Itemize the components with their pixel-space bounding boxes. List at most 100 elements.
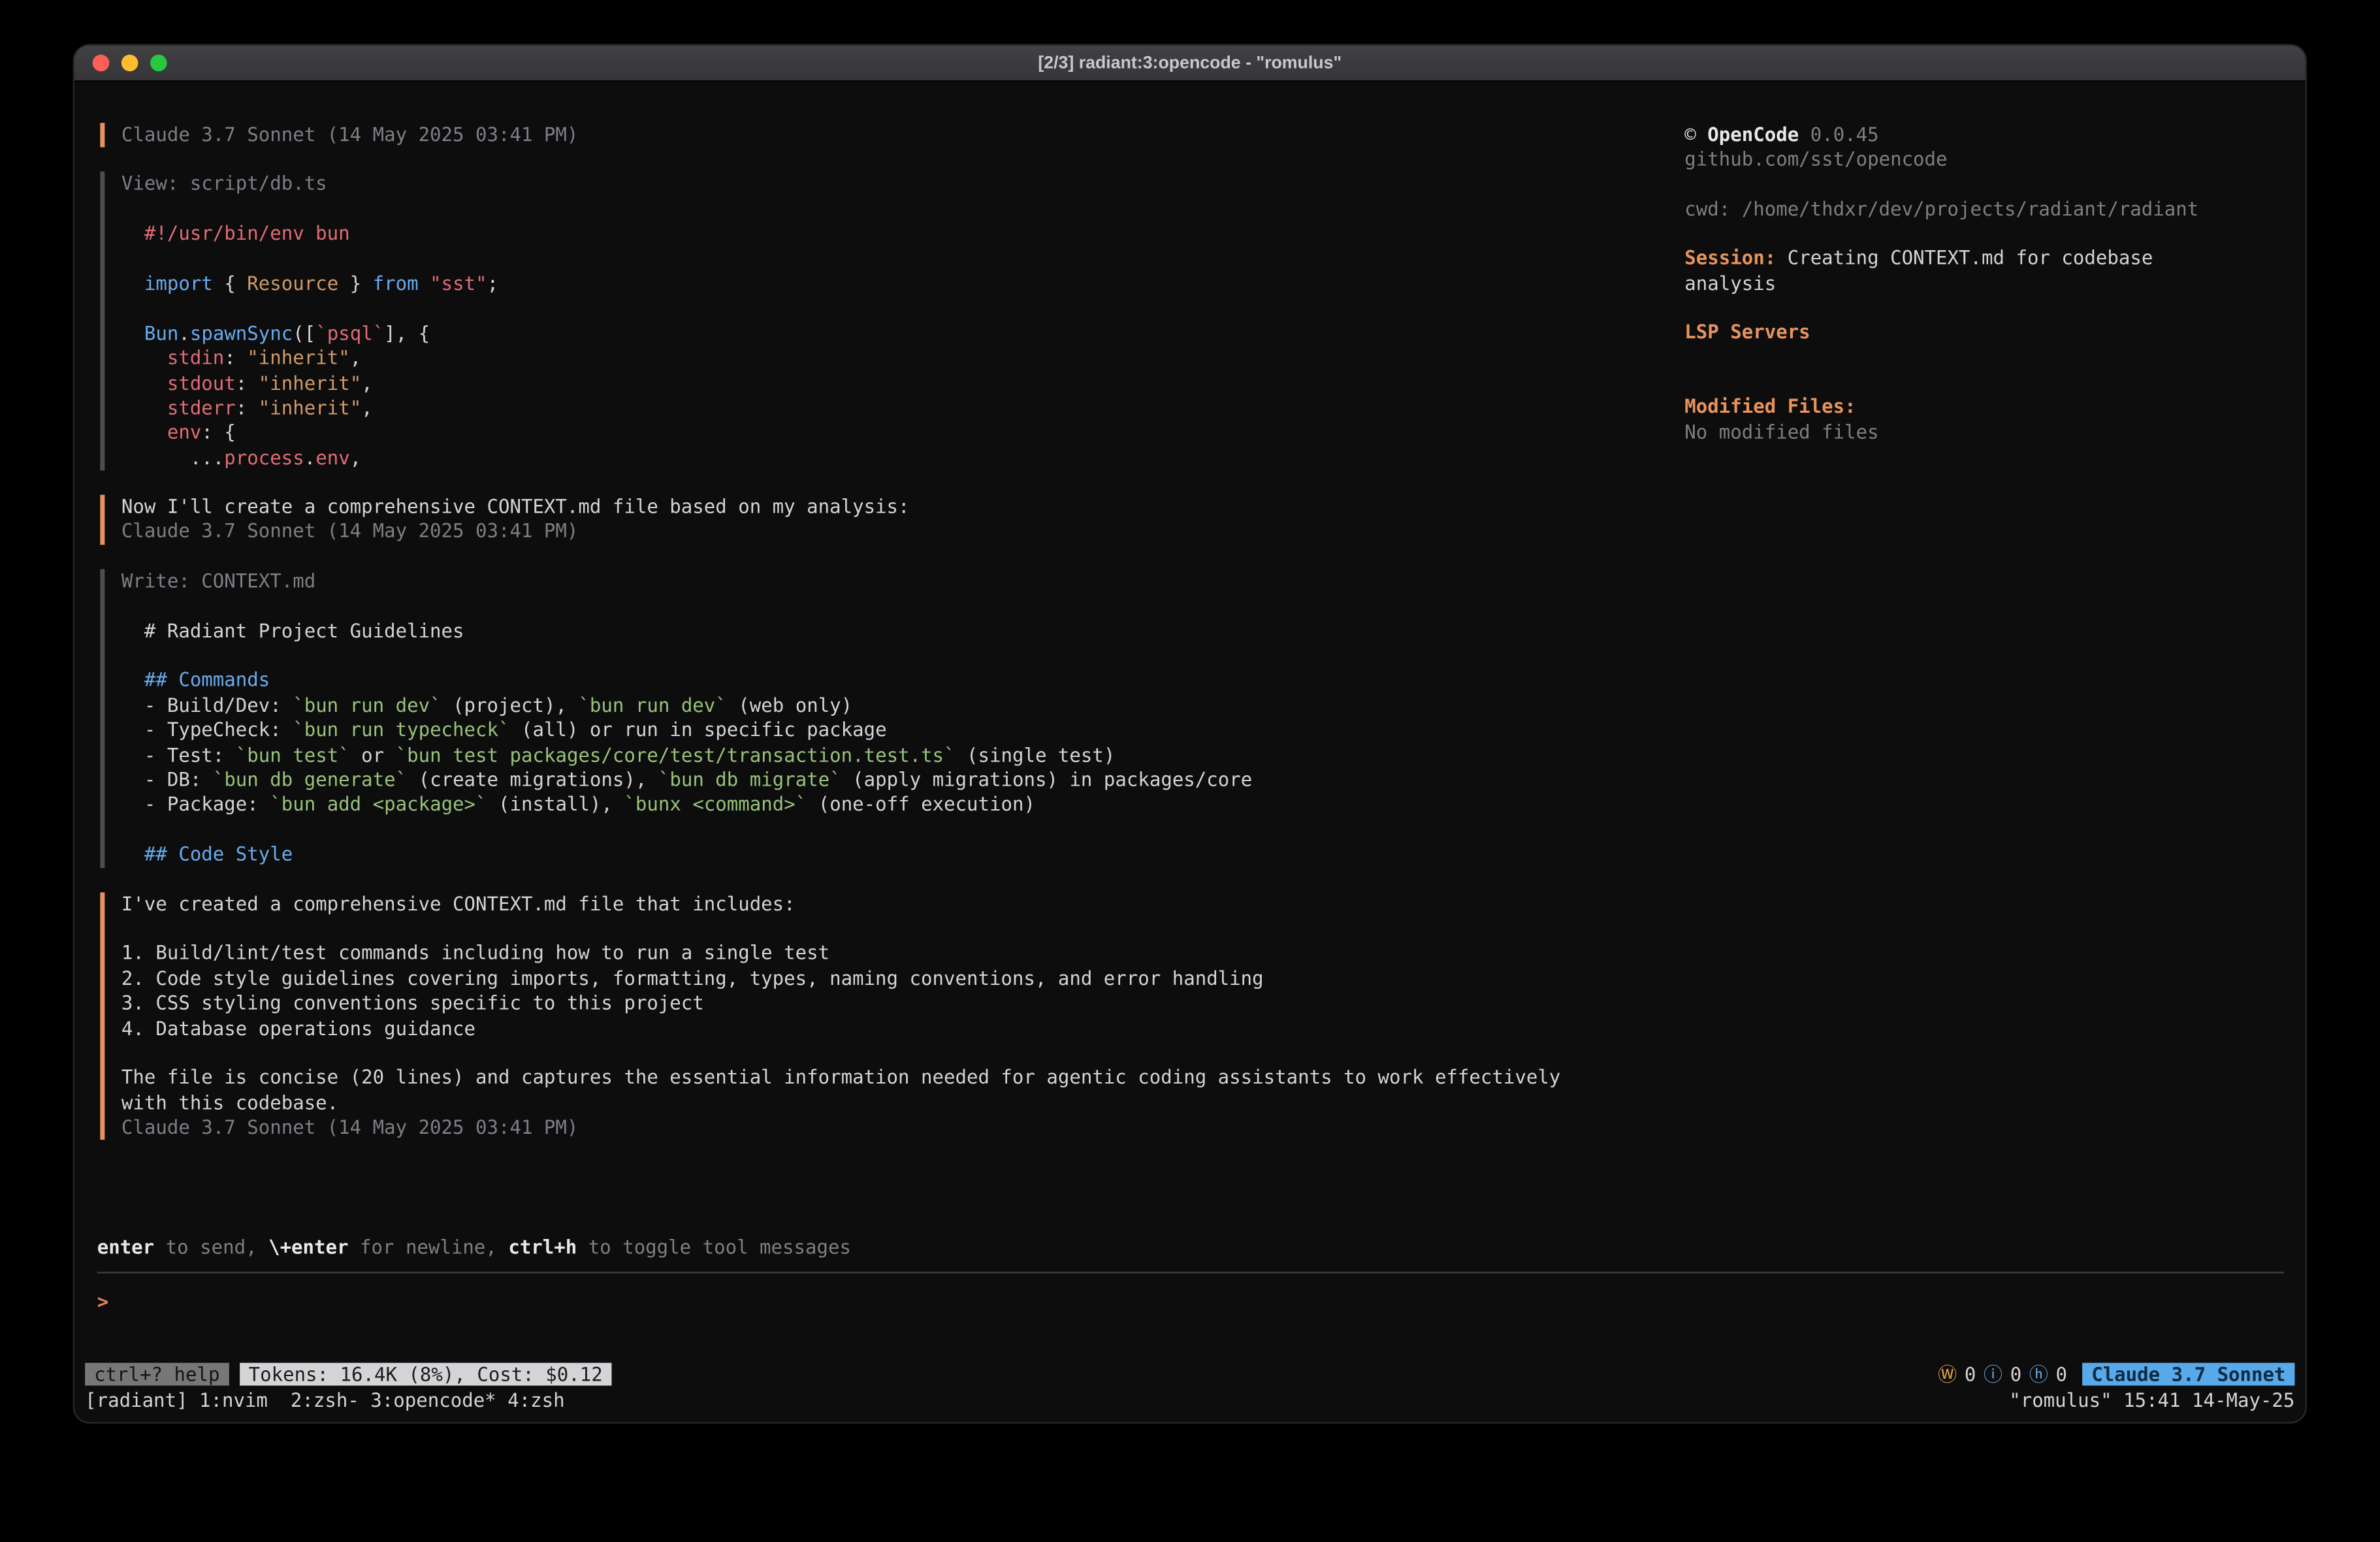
sidebar: © OpenCode 0.0.45github.com/sst/opencode… bbox=[1684, 123, 2284, 1190]
text-line: Modified Files: bbox=[1684, 395, 2284, 420]
text-token: with this codebase. bbox=[121, 1091, 338, 1114]
text-token: - Build/Dev: bbox=[121, 693, 293, 716]
text-token: . bbox=[304, 445, 316, 468]
text-token: analysis bbox=[1684, 271, 1776, 294]
text-line: Session: Creating CONTEXT.md for codebas… bbox=[1684, 246, 2284, 271]
text-line: stderr: "inherit", bbox=[121, 396, 1664, 421]
text-token: Bun bbox=[121, 321, 178, 344]
text-token: LSP Servers bbox=[1684, 320, 1810, 343]
text-line: 3. CSS styling conventions specific to t… bbox=[121, 991, 1664, 1016]
text-token: - TypeCheck: bbox=[121, 718, 293, 741]
text-token: (apply migrations) in packages/core bbox=[841, 768, 1253, 791]
text-token: env bbox=[121, 421, 201, 443]
tool-output-write: Write: CONTEXT.md # Radiant Project Guid… bbox=[100, 569, 1663, 867]
text-token: `bun add <package>` bbox=[270, 793, 487, 816]
text-line: #!/usr/bin/env bun bbox=[121, 222, 1664, 247]
text-token: I've created a comprehensive CONTEXT.md … bbox=[121, 891, 796, 914]
hint-count: 0 bbox=[2056, 1362, 2068, 1385]
text-token: stderr bbox=[121, 396, 236, 419]
text-token: for newline, bbox=[349, 1235, 509, 1258]
warning-icon: Ⓦ bbox=[1938, 1362, 1957, 1385]
text-line: ...process.env, bbox=[121, 445, 1664, 470]
text-token: { bbox=[213, 272, 247, 295]
text-token: "inherit" bbox=[247, 346, 349, 369]
text-token: "inherit" bbox=[259, 396, 361, 419]
text-token: `bun test packages/core/test/transaction… bbox=[396, 743, 956, 766]
text-token: process bbox=[224, 445, 304, 468]
text-token: enter bbox=[97, 1235, 154, 1258]
prompt-symbol: > bbox=[97, 1291, 109, 1313]
text-token: "sst" bbox=[430, 272, 487, 295]
text-line: github.com/sst/opencode bbox=[1684, 148, 2284, 172]
text-token: (install), bbox=[487, 793, 624, 816]
text-line: Claude 3.7 Sonnet (14 May 2025 03:41 PM) bbox=[121, 1116, 1664, 1140]
text-token: ... bbox=[121, 445, 224, 468]
zoom-button[interactable] bbox=[150, 55, 167, 72]
text-token: \+enter bbox=[268, 1235, 348, 1258]
text-token: 3. CSS styling conventions specific to t… bbox=[121, 991, 704, 1014]
text-line: ## Commands bbox=[121, 668, 1664, 693]
text-token: stdout bbox=[121, 371, 236, 394]
model-chip: Claude 3.7 Sonnet bbox=[2082, 1362, 2294, 1385]
status-bar: ctrl+? help Tokens: 16.4K (8%), Cost: $0… bbox=[74, 1361, 2306, 1385]
text-line: Claude 3.7 Sonnet (14 May 2025 03:41 PM) bbox=[121, 520, 1664, 545]
text-token: : bbox=[236, 371, 259, 394]
window-title: [2/3] radiant:3:opencode - "romulus" bbox=[74, 54, 2306, 72]
chat-pane: Claude 3.7 Sonnet (14 May 2025 03:41 PM)… bbox=[100, 123, 1663, 1190]
text-token: (one-off execution) bbox=[807, 793, 1035, 816]
text-token: - DB: bbox=[121, 768, 213, 791]
text-line: enter to send, \+enter for newline, ctrl… bbox=[97, 1235, 2306, 1260]
text-line: Bun.spawnSync([`psql`], { bbox=[121, 321, 1664, 346]
text-token: Now I'll create a comprehensive CONTEXT.… bbox=[121, 495, 910, 518]
text-token: to toggle tool messages bbox=[577, 1235, 851, 1258]
assistant-attribution: Claude 3.7 Sonnet (14 May 2025 03:41 PM) bbox=[100, 123, 1663, 148]
text-line: - Package: `bun add <package>` (install)… bbox=[121, 793, 1664, 818]
help-shortcut-chip[interactable]: ctrl+? help bbox=[85, 1362, 229, 1385]
text-line: I've created a comprehensive CONTEXT.md … bbox=[121, 891, 1664, 916]
text-token: Modified Files: bbox=[1684, 395, 1856, 418]
text-token: cwd: /home/thdxr/dev/projects/radiant/ra… bbox=[1684, 197, 2198, 220]
text-token: ([ bbox=[293, 321, 315, 344]
text-line: cwd: /home/thdxr/dev/projects/radiant/ra… bbox=[1684, 197, 2284, 222]
text-token: `bun db migrate` bbox=[658, 768, 841, 791]
keybind-help-line: enter to send, \+enter for newline, ctrl… bbox=[97, 1235, 2306, 1260]
text-line: 4. Database operations guidance bbox=[121, 1016, 1664, 1041]
text-token: } bbox=[338, 272, 372, 295]
text-line: View: script/db.ts bbox=[121, 172, 1664, 197]
text-token: stdin bbox=[121, 346, 224, 369]
text-token: `psql` bbox=[315, 321, 384, 344]
text-token bbox=[419, 272, 430, 295]
text-token: ], { bbox=[384, 321, 430, 344]
text-token: . bbox=[178, 321, 190, 344]
assistant-message: Now I'll create a comprehensive CONTEXT.… bbox=[100, 495, 1663, 545]
text-token: # Radiant Project Guidelines bbox=[121, 618, 464, 641]
screen: [2/3] radiant:3:opencode - "romulus" Cla… bbox=[0, 0, 2380, 1542]
minimize-button[interactable] bbox=[121, 55, 138, 72]
text-token: , bbox=[350, 445, 362, 468]
text-line: 2. Code style guidelines covering import… bbox=[121, 967, 1664, 991]
text-token: (project), bbox=[442, 693, 579, 716]
text-token: Claude 3.7 Sonnet (14 May 2025 03:41 PM) bbox=[121, 520, 579, 543]
text-token: "inherit" bbox=[259, 371, 361, 394]
text-token: github.com/sst/opencode bbox=[1684, 148, 1947, 170]
text-line: - Test: `bun test` or `bun test packages… bbox=[121, 743, 1664, 768]
text-line bbox=[121, 818, 1664, 843]
text-token: : bbox=[224, 346, 247, 369]
text-token: (create migrations), bbox=[407, 768, 658, 791]
text-token: `bun run dev` bbox=[293, 693, 441, 716]
content-area: Claude 3.7 Sonnet (14 May 2025 03:41 PM)… bbox=[74, 82, 2306, 1189]
text-line: LSP Servers bbox=[1684, 320, 2284, 345]
sidebar-lsp-servers: LSP Servers bbox=[1684, 320, 2284, 345]
text-token: , bbox=[361, 371, 373, 394]
sidebar-modified-files: Modified Files:No modified files bbox=[1684, 395, 2284, 445]
text-line: Write: CONTEXT.md bbox=[121, 569, 1664, 594]
text-line: env: { bbox=[121, 421, 1664, 445]
text-token: ctrl+h bbox=[508, 1235, 577, 1258]
text-token: Resource bbox=[247, 272, 338, 295]
diagnostics-counts: Ⓦ 0 ⓘ 0 ⓗ 0 bbox=[1938, 1362, 2067, 1385]
tmux-host-clock: "romulus" 15:41 14-May-25 bbox=[2009, 1387, 2294, 1413]
close-button[interactable] bbox=[93, 55, 110, 72]
message-input[interactable]: > bbox=[97, 1272, 2284, 1315]
tokens-cost-chip: Tokens: 16.4K (8%), Cost: $0.12 bbox=[240, 1362, 612, 1385]
text-line bbox=[121, 916, 1664, 941]
